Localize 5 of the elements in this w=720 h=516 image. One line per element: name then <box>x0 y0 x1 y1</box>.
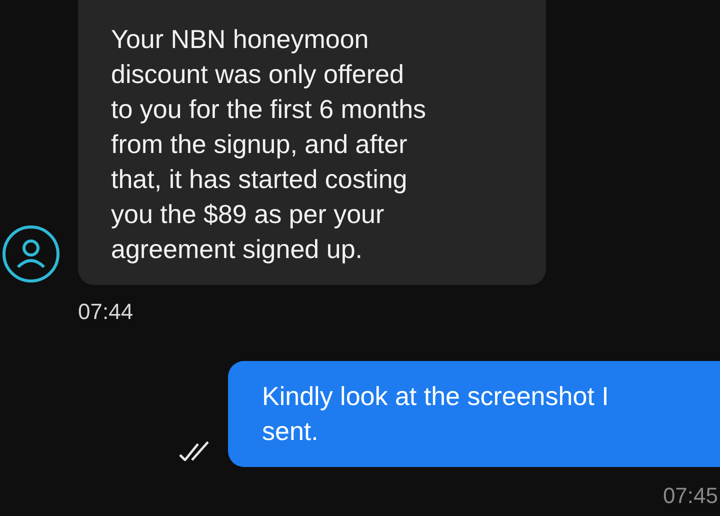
message-bubble: Your NBN honeymoon discount was only offered to you for the first 6 months from the signup, and after that, it has started costing you the $89 as per your agreement signed up. <box>78 0 546 285</box>
message-bubble: Kindly look at the screenshot I sent. <box>228 361 720 467</box>
message-time: 07:45 <box>662 483 718 509</box>
message-time: 07:44 <box>78 299 134 325</box>
avatar-icon <box>0 223 62 285</box>
